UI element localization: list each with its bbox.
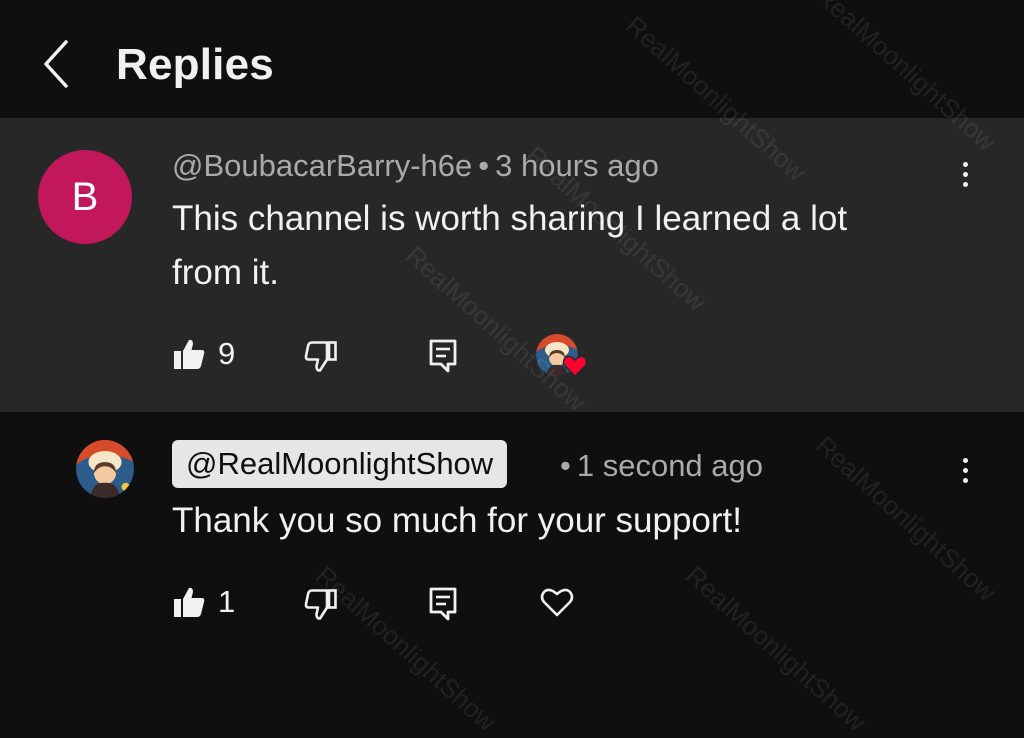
reply-button[interactable]: [428, 586, 458, 622]
parent-comment: B @BoubacarBarry-h6e • 3 hours ago This ch…: [0, 118, 1024, 412]
heart-button[interactable]: [540, 586, 574, 618]
like-button[interactable]: 9: [172, 336, 235, 372]
thumbs-up-icon: [174, 587, 205, 617]
more-vertical-icon: [962, 161, 968, 167]
thumbs-down-icon: [304, 589, 337, 620]
comment-text: This channel is worth sharing I learned …: [172, 192, 847, 300]
more-vertical-icon: [962, 457, 968, 463]
dislike-button[interactable]: [304, 588, 338, 622]
reply-meta: • 1 second ago: [554, 448, 763, 484]
comment-time: 3 hours ago: [495, 148, 659, 183]
meta-separator: •: [478, 148, 490, 183]
kebab-dot: [962, 477, 968, 483]
kebab-dot: [962, 467, 968, 473]
kebab-dot: [962, 181, 968, 187]
avatar[interactable]: B: [38, 150, 132, 244]
like-button[interactable]: 1: [172, 584, 235, 620]
comment-text-line: from it.: [172, 253, 279, 292]
reply-icon: [429, 339, 457, 373]
heart-badge-icon: [562, 354, 588, 383]
comment-meta: @BoubacarBarry-h6e • 3 hours ago: [172, 148, 659, 184]
creator-avatar-icon: [76, 440, 134, 498]
reply-time: 1 second ago: [576, 448, 764, 483]
watermark: RealMoonlightShow: [679, 560, 872, 738]
dislike-button[interactable]: [304, 340, 338, 374]
reply-text: Thank you so much for your support!: [172, 501, 742, 540]
more-options-button[interactable]: [950, 450, 980, 490]
like-count: 9: [218, 336, 236, 371]
reply-icon: [429, 587, 457, 621]
back-button[interactable]: [30, 38, 82, 90]
thumbs-up-icon: [174, 339, 205, 369]
heart-outline-icon: [540, 588, 574, 617]
page-title: Replies: [116, 40, 274, 89]
comment-text-line: This channel is worth sharing I learned …: [172, 199, 848, 238]
header-bar: Replies: [0, 0, 1024, 118]
reply-author: @RealMoonlightShow: [186, 446, 494, 481]
more-options-button[interactable]: [950, 154, 980, 194]
chevron-left-icon: [44, 40, 68, 88]
avatar-letter: B: [71, 174, 99, 219]
thumbs-down-icon: [304, 341, 337, 372]
kebab-dot: [962, 171, 968, 177]
meta-separator: •: [560, 448, 571, 483]
watermark: RealMoonlightShow: [309, 560, 502, 738]
like-count: 1: [218, 584, 236, 619]
reply-button[interactable]: [428, 338, 458, 374]
creator-handle-chip[interactable]: @RealMoonlightShow: [172, 440, 508, 488]
comment-author[interactable]: @BoubacarBarry-h6e: [172, 148, 472, 183]
avatar[interactable]: [76, 440, 134, 498]
